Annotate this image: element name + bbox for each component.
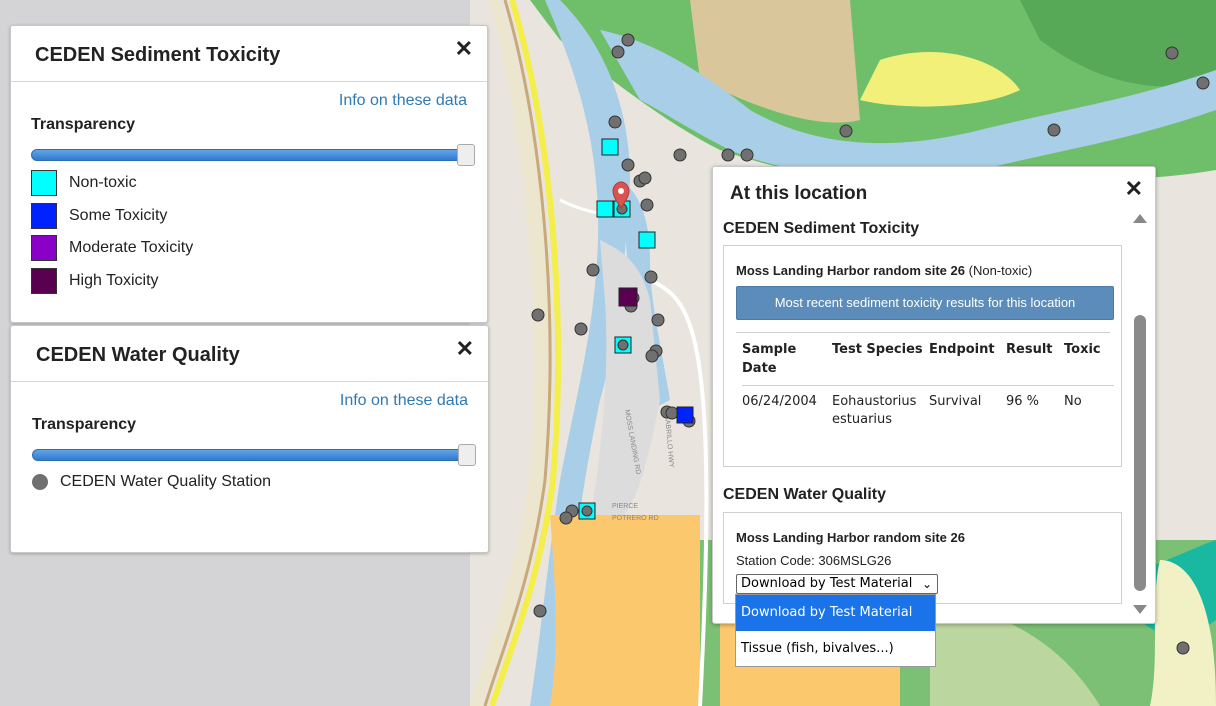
water-quality-station[interactable] (640, 198, 654, 212)
water-result-box: Moss Landing Harbor random site 26 Stati… (723, 512, 1122, 604)
water-quality-station[interactable] (533, 604, 547, 618)
table-cell: 06/24/2004 (742, 393, 817, 409)
table-cell: No (1064, 393, 1082, 409)
scroll-up-icon[interactable] (1133, 214, 1147, 223)
water-quality-station[interactable] (617, 339, 629, 351)
legend-swatch (31, 170, 57, 196)
column-header: Result (1006, 342, 1053, 357)
water-quality-station[interactable] (644, 270, 658, 284)
water-quality-station[interactable] (581, 505, 593, 517)
legend-item: Moderate Toxicity (31, 235, 193, 261)
table-cell: 96 % (1006, 393, 1040, 409)
water-quality-station[interactable] (839, 124, 853, 138)
transparency-slider[interactable] (32, 449, 474, 461)
water-quality-station[interactable] (559, 511, 573, 525)
download-select[interactable]: Download by Test Material ⌄ (736, 574, 938, 594)
close-icon[interactable]: ✕ (455, 38, 473, 60)
table-cell: Survival (929, 393, 982, 409)
water-quality-station[interactable] (611, 45, 625, 59)
water-quality-station[interactable] (1176, 641, 1190, 655)
option-item[interactable]: Tissue (fish, bivalves...) (736, 631, 935, 667)
location-popup: At this location ✕ CEDEN Sediment Toxici… (712, 166, 1156, 624)
section-title: CEDEN Water Quality (723, 486, 886, 503)
legend-item: Some Toxicity (31, 203, 167, 229)
station-code: Station Code: 306MSLG26 (736, 553, 892, 568)
water-quality-station[interactable] (586, 263, 600, 277)
water-quality-station[interactable] (1047, 123, 1061, 137)
info-link[interactable]: Info on these data (339, 92, 467, 110)
column-header: Endpoint (929, 342, 995, 357)
sediment-toxicity-panel: CEDEN Sediment Toxicity ✕ Info on these … (10, 25, 488, 323)
water-quality-station[interactable] (608, 115, 622, 129)
select-value: Download by Test Material (741, 576, 913, 591)
column-header: Sample Date (742, 342, 797, 376)
transparency-slider[interactable] (31, 149, 473, 161)
legend-item: High Toxicity (31, 268, 159, 294)
download-options-list[interactable]: Download by Test Material Tissue (fish, … (735, 594, 936, 667)
option-item[interactable]: Download by Test Material (736, 595, 935, 631)
water-quality-panel: CEDEN Water Quality ✕ Info on these data… (10, 325, 489, 553)
water-quality-station[interactable] (1196, 76, 1210, 90)
popup-scrollbar[interactable] (1133, 211, 1147, 623)
water-quality-station[interactable] (673, 148, 687, 162)
column-header: Toxic (1064, 342, 1101, 357)
water-quality-station[interactable] (621, 33, 635, 47)
transparency-label: Transparency (31, 116, 136, 133)
chevron-down-icon: ⌄ (921, 577, 932, 591)
panel-title: CEDEN Sediment Toxicity (35, 44, 281, 66)
table-row: 06/24/2004 Eohaustorius estuarius Surviv… (742, 385, 1114, 429)
sediment-site-high-toxicity[interactable] (618, 287, 638, 307)
scroll-down-icon[interactable] (1133, 605, 1147, 614)
sediment-site-nontoxic[interactable] (601, 138, 619, 156)
water-quality-station[interactable] (651, 313, 665, 327)
slider-thumb[interactable] (458, 444, 476, 466)
sediment-result-box: Moss Landing Harbor random site 26 (Non-… (723, 245, 1122, 467)
results-table: Sample Date Test Species Endpoint Result… (742, 340, 1114, 429)
legend-label: Moderate Toxicity (69, 239, 194, 256)
legend-item: CEDEN Water Quality Station (30, 473, 271, 491)
sediment-site-nontoxic[interactable] (638, 231, 656, 249)
panel-title: CEDEN Water Quality (36, 344, 240, 366)
legend-swatch (31, 203, 57, 229)
section-title: CEDEN Sediment Toxicity (723, 220, 920, 237)
site-status: (Non-toxic) (968, 263, 1033, 278)
water-quality-station[interactable] (1165, 46, 1179, 60)
station-dot-icon (32, 474, 48, 490)
water-quality-station[interactable] (531, 308, 545, 322)
water-quality-station[interactable] (740, 148, 754, 162)
close-icon[interactable]: ✕ (456, 338, 474, 360)
legend-swatch (31, 235, 57, 261)
recent-results-button[interactable]: Most recent sediment toxicity results fo… (736, 286, 1114, 320)
site-name: Moss Landing Harbor random site 26 (Non-… (736, 263, 1032, 278)
slider-thumb[interactable] (457, 144, 475, 166)
water-quality-station[interactable] (638, 171, 652, 185)
legend-item: Non-toxic (31, 170, 137, 196)
legend-label: High Toxicity (69, 272, 159, 289)
legend-swatch (31, 268, 57, 294)
column-header: Test Species (832, 342, 923, 357)
popup-title: At this location (730, 183, 868, 204)
water-quality-station[interactable] (574, 322, 588, 336)
water-quality-station[interactable] (621, 158, 635, 172)
water-quality-station[interactable] (721, 148, 735, 162)
road-label: POTRERO RD (612, 515, 659, 522)
sediment-site-nontoxic[interactable] (596, 200, 614, 218)
close-icon[interactable]: ✕ (1125, 178, 1143, 200)
site-name: Moss Landing Harbor random site 26 (736, 530, 965, 545)
transparency-label: Transparency (32, 416, 137, 433)
legend-label: Non-toxic (69, 174, 137, 191)
road-label: PIERCE (612, 503, 638, 510)
legend-label: Some Toxicity (69, 207, 168, 224)
table-header-row: Sample Date Test Species Endpoint Result… (742, 340, 1114, 378)
table-cell: Eohaustorius estuarius (832, 393, 917, 427)
scroll-thumb[interactable] (1134, 315, 1146, 591)
water-quality-station[interactable] (665, 406, 679, 420)
info-link[interactable]: Info on these data (340, 392, 468, 410)
site-name-text: Moss Landing Harbor random site 26 (736, 263, 965, 278)
legend-label: CEDEN Water Quality Station (60, 473, 272, 490)
sediment-site-some-toxicity[interactable] (676, 406, 694, 424)
water-quality-station[interactable] (645, 349, 659, 363)
